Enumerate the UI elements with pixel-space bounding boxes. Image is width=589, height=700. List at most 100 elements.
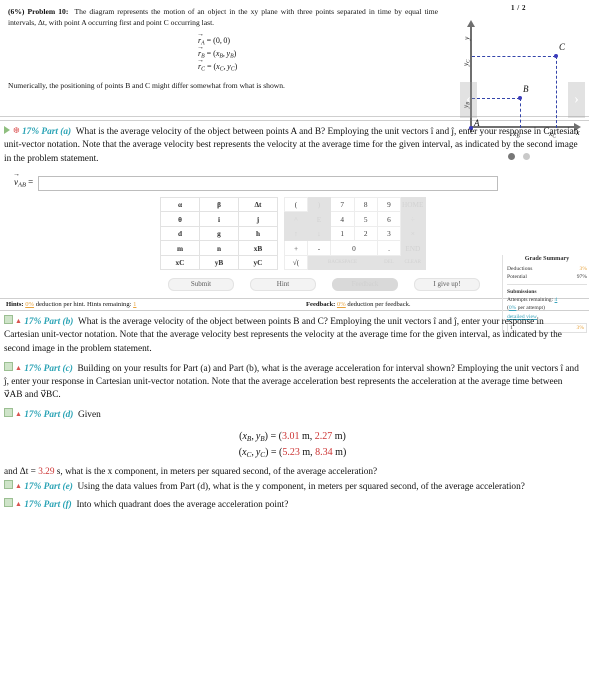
- hints-deduction-pct[interactable]: 0%: [25, 301, 34, 308]
- point-b-marker: [518, 96, 522, 100]
- keypad-key-backspace[interactable]: BACKSPACE: [307, 254, 378, 271]
- hint-button[interactable]: Hint: [250, 278, 316, 292]
- keypad-key-multiply[interactable]: ×: [400, 225, 426, 242]
- keypad-key-delta-t[interactable]: Δt: [238, 196, 278, 213]
- keypad-var-row: xC yB yC: [160, 254, 278, 271]
- keypad-key-1[interactable]: 1: [330, 225, 355, 242]
- keypad-key-plus[interactable]: +: [284, 240, 308, 256]
- part-f-block: ▲ 17% Part (f) Into which quadrant does …: [0, 497, 589, 514]
- given-xc-unit: m,: [299, 446, 316, 458]
- given-yb-unit: m): [332, 430, 346, 442]
- keypad-key-2[interactable]: 2: [353, 225, 378, 242]
- part-e-expander-icon[interactable]: [4, 480, 13, 490]
- part-b-label[interactable]: Part (b): [44, 317, 74, 327]
- problem-note: Numerically, the positioning of points B…: [8, 81, 285, 91]
- part-a-text: ❆ 17% Part (a) What is the average veloc…: [4, 125, 581, 166]
- keypad-numeric: ( ) 7 8 9 HOME ^ E 4 5 6 ÷ ↑ ↓ 1 2 3 × +…: [284, 196, 426, 271]
- keypad-key-open-paren[interactable]: (: [284, 196, 308, 213]
- point-b-label: B: [523, 84, 529, 94]
- keypad-key-sqrt[interactable]: √(: [284, 254, 308, 271]
- carousel-prev-button[interactable]: ‹: [460, 82, 477, 118]
- y-axis-label: y: [462, 36, 471, 40]
- submit-button[interactable]: Submit: [168, 278, 234, 292]
- keypad-key-minus[interactable]: -: [307, 240, 331, 256]
- keypad-key-3[interactable]: 3: [377, 225, 401, 242]
- part-f-label[interactable]: Part (f): [44, 500, 72, 510]
- keypad-key-i[interactable]: i: [199, 211, 239, 227]
- part-d-expander-icon[interactable]: [4, 408, 13, 418]
- part-d-pct: 17%: [24, 410, 42, 421]
- part-a-expander-icon[interactable]: [4, 126, 10, 135]
- keypad-num-row: ↑ ↓ 1 2 3 ×: [284, 225, 426, 242]
- keypad-key-delete[interactable]: DEL: [377, 254, 401, 271]
- feedback-info: Feedback: 0% deduction per feedback.: [306, 301, 411, 308]
- grade-summary-title: Grade Summary: [524, 255, 570, 262]
- keypad-key-5[interactable]: 5: [353, 211, 378, 227]
- part-f-expander-icon[interactable]: [4, 497, 13, 507]
- part-d-tail: and Δt = 3.29 s, what is the x component…: [4, 466, 581, 479]
- keypad-key-0[interactable]: 0: [330, 240, 378, 256]
- hints-label: Hints:: [6, 301, 24, 309]
- answer-input[interactable]: [38, 175, 499, 191]
- feedback-button[interactable]: Feedback: [332, 278, 398, 292]
- part-d-label[interactable]: Part (d): [44, 410, 74, 420]
- part-f-pct: 17%: [24, 499, 42, 510]
- keypad-key-alpha[interactable]: α: [160, 196, 200, 213]
- keypad-key-n[interactable]: n: [199, 240, 239, 256]
- keypad-key-6[interactable]: 6: [377, 211, 401, 227]
- keypad-key-clear[interactable]: CLEAR: [400, 254, 426, 271]
- keypad-key-7[interactable]: 7: [330, 196, 355, 213]
- keypad-key-xc[interactable]: xC: [160, 254, 200, 271]
- keypad-key-9[interactable]: 9: [377, 196, 401, 213]
- keypad-key-8[interactable]: 8: [353, 196, 378, 213]
- submissions-title: Submissions: [507, 289, 537, 296]
- keypad-key-up-arrow[interactable]: ↑: [284, 225, 308, 242]
- given-yc-value: 8.34: [315, 446, 333, 458]
- carousel-next-button[interactable]: ›: [568, 82, 585, 118]
- part-d-text: ▲ 17% Part (d) Given: [4, 408, 581, 422]
- keypad-key-decimal[interactable]: .: [377, 240, 401, 256]
- part-e-label[interactable]: Part (e): [44, 482, 73, 492]
- keypad-key-m[interactable]: m: [160, 240, 200, 256]
- part-c-block: ▲ 17% Part (c) Building on your results …: [0, 358, 589, 405]
- keypad-key-h[interactable]: h: [238, 225, 278, 242]
- hints-remaining-count[interactable]: 1: [133, 301, 136, 308]
- point-c-label: C: [559, 42, 566, 52]
- attempts-value: 4: [554, 297, 558, 304]
- problem-text: (6%) Problem 10: The diagram represents …: [8, 6, 438, 28]
- part-b-expander-icon[interactable]: [4, 315, 13, 325]
- keypad-key-g[interactable]: g: [199, 225, 239, 242]
- attempts-label: Attempts remaining:: [507, 297, 554, 304]
- keypad-var-row: d g h: [160, 225, 278, 242]
- give-up-button[interactable]: I give up!: [414, 278, 480, 292]
- keypad-key-down-arrow[interactable]: ↓: [307, 225, 331, 242]
- keypad-key-divide[interactable]: ÷: [400, 211, 426, 227]
- part-c-expander-icon[interactable]: [4, 361, 13, 371]
- part-d-question: Given: [78, 410, 101, 421]
- feedback-label: Feedback:: [306, 301, 336, 309]
- keypad-key-4[interactable]: 4: [330, 211, 355, 227]
- given-xc-value: 5.23: [282, 446, 300, 458]
- part-a-label[interactable]: Part (a): [41, 127, 71, 137]
- grade-divider: [507, 284, 587, 286]
- deductions-label: Deductions: [507, 265, 533, 272]
- given-yc-unit: m): [332, 446, 347, 458]
- feedback-deduction-pct[interactable]: 0%: [337, 301, 346, 308]
- potential-value: 97%: [576, 274, 587, 281]
- keypad-key-close-paren[interactable]: ): [307, 196, 331, 213]
- keypad-key-xb[interactable]: xB: [238, 240, 278, 256]
- keypad-key-d[interactable]: d: [160, 225, 200, 242]
- part-d-block: ▲ 17% Part (d) Given (xB, yB) = (3.01 m,…: [0, 404, 589, 479]
- part-c-label[interactable]: Part (c): [44, 364, 73, 374]
- keypad-key-yb[interactable]: yB: [199, 254, 239, 271]
- keypad-key-yc[interactable]: yC: [238, 254, 278, 271]
- keypad-key-home[interactable]: HOME: [400, 196, 426, 213]
- keypad-key-end[interactable]: END: [400, 240, 426, 256]
- keypad-variables: α β Δt θ i j d g h m n xB xC yB yC: [160, 196, 278, 271]
- keypad-key-exponent[interactable]: E: [307, 211, 331, 227]
- keypad-key-theta[interactable]: θ: [160, 211, 200, 227]
- keypad-key-beta[interactable]: β: [199, 196, 239, 213]
- keypad-key-j[interactable]: j: [238, 211, 278, 227]
- keypad-key-power[interactable]: ^: [284, 211, 308, 227]
- keypad-var-row: θ i j: [160, 211, 278, 227]
